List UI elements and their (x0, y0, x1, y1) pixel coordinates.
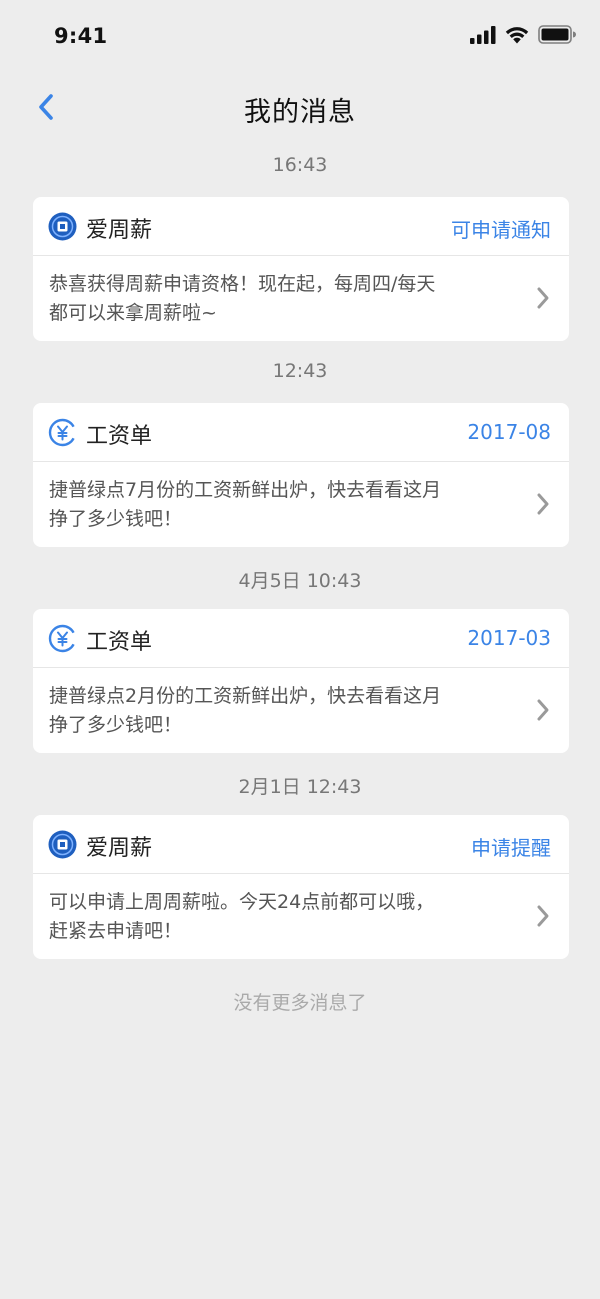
message-group: 4月5日 10:43 工资单 2017-03 捷普绿点2月份的工资新鲜出炉，快去… (0, 552, 600, 758)
message-tag: 申请提醒 (471, 836, 551, 860)
battery-icon (538, 25, 576, 44)
message-card-header: 工资单 2017-08 (33, 403, 569, 462)
message-card-header: 爱周薪 申请提醒 (33, 815, 569, 874)
message-source: 工资单 (86, 424, 153, 449)
chevron-right-icon (537, 287, 549, 309)
aizhouxin-logo-icon (48, 830, 77, 859)
chevron-right-icon (537, 699, 549, 721)
message-timestamp: 12:43 (272, 360, 328, 382)
message-timestamp: 2月1日 12:43 (238, 776, 362, 798)
message-card-header: 工资单 2017-03 (33, 609, 569, 668)
yuan-icon (48, 418, 77, 447)
message-text: 捷普绿点7月份的工资新鲜出炉，快去看看这月挣了多少钱吧！ (49, 479, 442, 530)
message-tag: 可申请通知 (451, 218, 551, 242)
message-text: 恭喜获得周薪申请资格！现在起，每周四/每天都可以来拿周薪啦~ (49, 273, 436, 324)
message-source: 工资单 (86, 630, 153, 655)
message-text: 捷普绿点2月份的工资新鲜出炉，快去看看这月挣了多少钱吧！ (49, 685, 442, 736)
message-group: 16:43 爱周薪 可申请通知 恭喜获得周薪申请资格！现在起，每周四/每天都可以… (0, 140, 600, 346)
nav-bar: 我的消息 (0, 76, 600, 140)
message-source: 爱周薪 (86, 836, 153, 861)
message-card[interactable]: 爱周薪 申请提醒 可以申请上周周薪啦。今天24点前都可以哦，赶紧去申请吧！ (33, 815, 569, 959)
chevron-right-icon (537, 905, 549, 927)
message-card-body: 捷普绿点2月份的工资新鲜出炉，快去看看这月挣了多少钱吧！ (33, 668, 569, 753)
message-text: 可以申请上周周薪啦。今天24点前都可以哦，赶紧去申请吧！ (49, 891, 435, 942)
message-group: 12:43 工资单 2017-08 捷普绿点7月份的工资新鲜出炉，快去看看这月挣… (0, 346, 600, 552)
status-bar: 9:41 (0, 0, 600, 76)
status-time: 9:41 (54, 24, 108, 48)
message-timestamp: 4月5日 10:43 (238, 570, 362, 592)
message-timestamp: 16:43 (272, 154, 328, 176)
page-title: 我的消息 (244, 97, 356, 128)
message-group: 2月1日 12:43 爱周薪 申请提醒 可以申请上周周薪啦。今天24点前都可以哦… (0, 758, 600, 964)
message-card-body: 捷普绿点7月份的工资新鲜出炉，快去看看这月挣了多少钱吧！ (33, 462, 569, 547)
message-source: 爱周薪 (86, 218, 153, 243)
wifi-icon (505, 27, 529, 44)
chevron-right-icon (537, 493, 549, 515)
message-card[interactable]: 爱周薪 可申请通知 恭喜获得周薪申请资格！现在起，每周四/每天都可以来拿周薪啦~ (33, 197, 569, 341)
message-card-body: 可以申请上周周薪啦。今天24点前都可以哦，赶紧去申请吧！ (33, 874, 569, 959)
message-list: 16:43 爱周薪 可申请通知 恭喜获得周薪申请资格！现在起，每周四/每天都可以… (0, 140, 600, 964)
message-card-header: 爱周薪 可申请通知 (33, 197, 569, 256)
no-more-messages: 没有更多消息了 (233, 992, 367, 1014)
message-card[interactable]: 工资单 2017-08 捷普绿点7月份的工资新鲜出炉，快去看看这月挣了多少钱吧！ (33, 403, 569, 547)
status-icons (470, 25, 576, 44)
aizhouxin-logo-icon (48, 212, 77, 241)
message-tag: 2017-03 (467, 626, 551, 650)
message-tag: 2017-08 (467, 420, 551, 444)
message-card-body: 恭喜获得周薪申请资格！现在起，每周四/每天都可以来拿周薪啦~ (33, 256, 569, 341)
signal-icon (470, 25, 496, 44)
yuan-icon (48, 624, 77, 653)
message-card[interactable]: 工资单 2017-03 捷普绿点2月份的工资新鲜出炉，快去看看这月挣了多少钱吧！ (33, 609, 569, 753)
